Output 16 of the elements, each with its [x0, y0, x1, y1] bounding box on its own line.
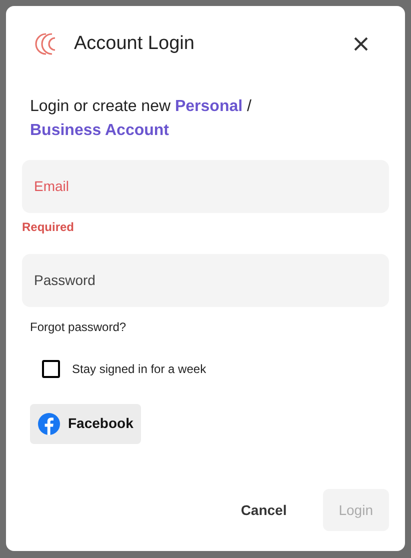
facebook-icon	[38, 412, 60, 434]
separator-text: /	[247, 98, 252, 114]
password-field[interactable]: Password	[22, 254, 389, 306]
cancel-button[interactable]: Cancel	[220, 489, 307, 531]
intro-text: Login or create new Personal / Business Account	[30, 96, 252, 140]
error-message: Required	[22, 218, 76, 236]
forgot-password-link[interactable]: Forgot password?	[30, 318, 126, 336]
checkbox[interactable]	[42, 360, 60, 378]
close-icon	[353, 36, 369, 52]
dialog-title: Account Login	[74, 32, 194, 56]
logo-icon	[34, 32, 58, 56]
facebook-button[interactable]: Facebook	[30, 404, 142, 444]
business-account-link[interactable]: Business Account	[30, 122, 169, 138]
checkbox-label: Stay signed in for a week	[72, 360, 206, 378]
personal-link[interactable]: Personal	[174, 98, 243, 114]
email-field[interactable]: Email	[22, 160, 389, 212]
